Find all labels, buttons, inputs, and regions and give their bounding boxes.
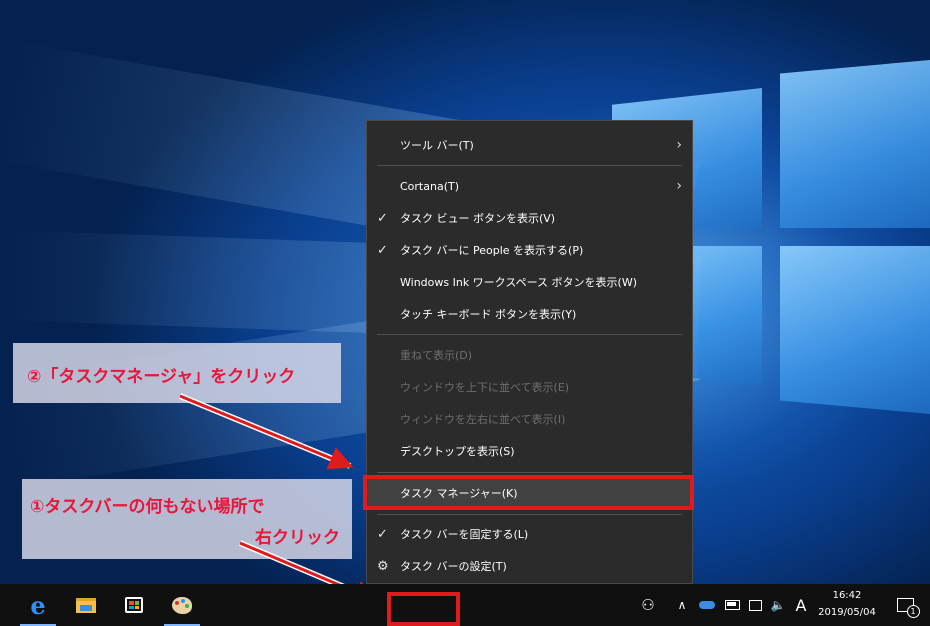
paint-icon[interactable] bbox=[166, 590, 198, 620]
store-icon[interactable] bbox=[118, 590, 150, 620]
step1-text-line2: 右クリック bbox=[255, 528, 340, 548]
windows-logo-pane bbox=[780, 246, 930, 414]
taskbar[interactable]: e ⚇ ∧ 🔈 A 16:42 2019/05/04 1 bbox=[0, 584, 930, 626]
gear-icon: ⚙ bbox=[377, 558, 389, 574]
chevron-up-icon[interactable]: ∧ bbox=[672, 584, 692, 626]
check-icon: ✓ bbox=[377, 210, 388, 226]
menu-item-show-people[interactable]: ✓ タスク バーに People を表示する(P) bbox=[367, 236, 692, 264]
menu-item-label: Cortana(T) bbox=[400, 179, 460, 193]
clock[interactable]: 16:42 2019/05/04 bbox=[812, 587, 882, 621]
menu-separator bbox=[377, 334, 682, 335]
clock-date: 2019/05/04 bbox=[818, 607, 876, 618]
step2-callout: ②「タスクマネージャ」をクリック bbox=[13, 343, 341, 403]
menu-item-label: タスク バーに People を表示する(P) bbox=[400, 244, 584, 257]
menu-separator bbox=[377, 165, 682, 166]
menu-item-label: デスクトップを表示(S) bbox=[400, 445, 515, 458]
menu-item-label: ウィンドウを上下に並べて表示(E) bbox=[400, 381, 570, 394]
ime-indicator[interactable]: A bbox=[790, 584, 812, 626]
check-icon: ✓ bbox=[377, 526, 388, 542]
menu-item-toolbar[interactable]: ツール バー(T) › bbox=[367, 131, 692, 159]
chevron-right-icon: › bbox=[676, 137, 682, 153]
menu-item-label: タッチ キーボード ボタンを表示(Y) bbox=[400, 308, 577, 321]
clock-time: 16:42 bbox=[832, 590, 862, 601]
check-icon: ✓ bbox=[377, 242, 388, 258]
menu-item-label: ウィンドウを左右に並べて表示(I) bbox=[400, 413, 566, 426]
menu-item-label: Windows Ink ワークスペース ボタンを表示(W) bbox=[400, 276, 637, 289]
menu-item-stack-windows[interactable]: ウィンドウを上下に並べて表示(E) bbox=[367, 373, 692, 401]
menu-item-cortana[interactable]: Cortana(T) › bbox=[367, 172, 692, 200]
menu-item-lock-taskbar[interactable]: ✓ タスク バーを固定する(L) bbox=[367, 520, 692, 548]
menu-item-label: タスク バーを固定する(L) bbox=[400, 528, 529, 541]
menu-item-label: タスク バーの設定(T) bbox=[400, 560, 507, 573]
menu-item-show-desktop[interactable]: デスクトップを表示(S) bbox=[367, 437, 692, 465]
menu-item-side-by-side[interactable]: ウィンドウを左右に並べて表示(I) bbox=[367, 405, 692, 433]
file-explorer-icon[interactable] bbox=[70, 590, 102, 620]
notification-count-badge: 1 bbox=[906, 605, 920, 618]
menu-item-task-view-button[interactable]: ✓ タスク ビュー ボタンを表示(V) bbox=[367, 204, 692, 232]
edge-icon[interactable]: e bbox=[22, 590, 54, 620]
menu-item-windows-ink-button[interactable]: Windows Ink ワークスペース ボタンを表示(W) bbox=[367, 268, 692, 296]
menu-separator bbox=[377, 472, 682, 473]
people-icon[interactable]: ⚇ bbox=[634, 584, 662, 626]
network-icon[interactable] bbox=[744, 584, 766, 626]
empty-taskbar-area-highlight bbox=[387, 592, 460, 626]
volume-icon[interactable]: 🔈 bbox=[767, 584, 789, 626]
menu-item-touch-keyboard-button[interactable]: タッチ キーボード ボタンを表示(Y) bbox=[367, 300, 692, 328]
notification-icon[interactable]: 1 bbox=[892, 584, 920, 626]
taskbar-context-menu: ツール バー(T) › Cortana(T) › ✓ タスク ビュー ボタンを表… bbox=[366, 120, 693, 584]
menu-item-label: ツール バー(T) bbox=[400, 139, 474, 152]
menu-item-label: 重ねて表示(D) bbox=[400, 349, 473, 362]
chevron-right-icon: › bbox=[676, 178, 682, 194]
battery-icon[interactable] bbox=[721, 584, 743, 626]
menu-item-label: タスク ビュー ボタンを表示(V) bbox=[400, 212, 556, 225]
menu-separator bbox=[377, 514, 682, 515]
menu-item-cascade[interactable]: 重ねて表示(D) bbox=[367, 341, 692, 369]
step2-text: ②「タスクマネージャ」をクリック bbox=[27, 367, 296, 387]
step1-callout: ①タスクバーの何もない場所で 右クリック bbox=[22, 479, 352, 559]
menu-item-taskbar-settings[interactable]: ⚙ タスク バーの設定(T) bbox=[367, 552, 692, 580]
step1-text-line1: ①タスクバーの何もない場所で bbox=[30, 497, 265, 517]
onedrive-icon[interactable] bbox=[695, 584, 719, 626]
windows-logo-pane bbox=[780, 60, 930, 228]
task-manager-highlight bbox=[363, 475, 694, 510]
